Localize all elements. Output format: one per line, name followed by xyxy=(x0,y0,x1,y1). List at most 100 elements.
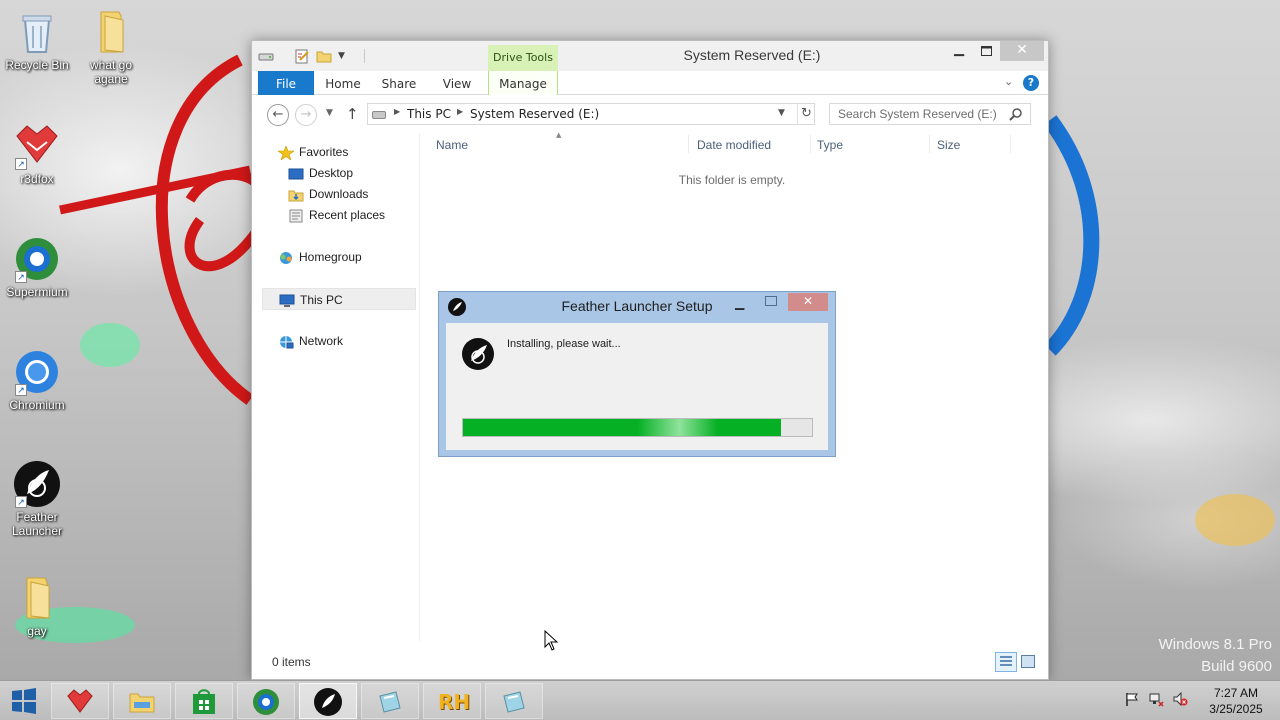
supermium-icon: ↗ xyxy=(13,235,61,283)
column-headers: Name Date modified Type Size xyxy=(422,133,1042,157)
dialog-title-bar[interactable]: Feather Launcher Setup ▁ ✕ xyxy=(439,292,835,322)
desktop-icon-what-go-agane[interactable]: what go agane xyxy=(74,8,148,86)
nav-item-label: Homegroup xyxy=(299,250,362,264)
column-divider[interactable] xyxy=(929,135,930,153)
this-pc-icon xyxy=(279,293,295,307)
desktop-icon-label: Supermium xyxy=(6,285,68,299)
network-icon xyxy=(278,334,294,349)
taskbar-app-rh[interactable]: RH xyxy=(423,683,481,719)
taskbar-app-setup[interactable] xyxy=(361,683,419,719)
back-button[interactable]: ← xyxy=(267,104,289,126)
column-header-size[interactable]: Size xyxy=(937,138,960,152)
expand-ribbon-chevron-icon[interactable]: ⌄ xyxy=(1004,75,1013,88)
minimize-button[interactable]: ▁ xyxy=(946,41,972,61)
desktop-icon-recycle-bin[interactable]: Recycle Bin xyxy=(0,8,74,72)
address-history-chevron-icon[interactable]: ▼ xyxy=(778,108,785,118)
nav-item-this-pc[interactable]: This PC xyxy=(262,288,416,310)
tab-file[interactable]: File xyxy=(258,71,314,95)
desktop-icon-label: r3dfox xyxy=(20,172,54,186)
desktop-icon-label: Recycle Bin xyxy=(5,58,69,72)
search-icon[interactable] xyxy=(1009,107,1023,121)
action-center-flag-icon[interactable] xyxy=(1124,691,1140,707)
volume-muted-icon[interactable] xyxy=(1172,691,1188,707)
taskbar-app-r3dfox[interactable] xyxy=(51,683,109,719)
taskbar-app-setup-2[interactable] xyxy=(485,683,543,719)
shortcut-arrow-icon: ↗ xyxy=(15,496,27,508)
nav-item-desktop[interactable]: Desktop xyxy=(284,162,416,184)
tab-share[interactable]: Share xyxy=(374,71,424,95)
dialog-close-button[interactable]: ✕ xyxy=(788,293,828,311)
desktop-icon-gay[interactable]: gay xyxy=(0,574,74,638)
column-header-type[interactable]: Type xyxy=(817,138,843,152)
clock-time: 7:27 AM xyxy=(1213,686,1259,700)
properties-icon[interactable] xyxy=(294,48,310,64)
install-status-text: Installing, please wait... xyxy=(507,338,621,350)
recent-locations-chevron-icon[interactable]: ▼ xyxy=(326,108,333,118)
nav-item-downloads[interactable]: Downloads xyxy=(284,183,416,205)
column-divider[interactable] xyxy=(1010,135,1011,153)
taskbar-app-supermium[interactable] xyxy=(237,683,295,719)
nav-item-recent-places[interactable]: Recent places xyxy=(284,204,416,226)
column-divider[interactable] xyxy=(810,135,811,153)
tab-manage[interactable]: Manage xyxy=(488,71,558,95)
nav-item-label: Desktop xyxy=(309,166,354,180)
maximize-button[interactable] xyxy=(973,41,999,61)
desktop-icon-chromium[interactable]: ↗ Chromium xyxy=(0,348,74,412)
network-status-icon[interactable] xyxy=(1148,691,1164,707)
setup-dialog[interactable]: Feather Launcher Setup ▁ ✕ Installing, p… xyxy=(438,291,836,457)
desktop-icon-supermium[interactable]: ↗ Supermium xyxy=(0,235,74,299)
taskbar-clock[interactable]: 7:27 AM 3/25/2025 xyxy=(1196,685,1276,717)
dialog-maximize-button[interactable] xyxy=(765,296,777,306)
taskbar-app-feather-launcher[interactable] xyxy=(299,683,357,719)
feather-launcher-icon: ↗ xyxy=(13,460,61,508)
supermium-icon xyxy=(252,688,280,716)
column-divider[interactable] xyxy=(688,135,689,153)
column-header-name[interactable]: Name xyxy=(436,138,468,152)
feather-launcher-logo-icon xyxy=(462,338,494,370)
taskbar-app-store[interactable] xyxy=(175,683,233,719)
folder-icon xyxy=(13,574,61,622)
up-button[interactable]: ↑ xyxy=(346,105,359,123)
desktop-icon-label: Feather Launcher xyxy=(11,510,63,538)
chromium-icon: ↗ xyxy=(13,348,61,396)
desktop-icon-feather-launcher[interactable]: ↗ Feather Launcher xyxy=(0,460,74,538)
recent-places-icon xyxy=(288,208,304,223)
tab-home[interactable]: Home xyxy=(318,71,368,95)
nav-item-favorites[interactable]: Favorites xyxy=(262,141,416,163)
column-header-date-modified[interactable]: Date modified xyxy=(697,138,771,152)
forward-button[interactable]: → xyxy=(295,104,317,126)
nav-item-homegroup[interactable]: Homegroup xyxy=(262,246,416,268)
large-icons-view-button[interactable] xyxy=(1021,655,1035,668)
rh-icon: RH xyxy=(438,690,471,714)
title-bar[interactable]: ▼ Drive Tools System Reserved (E:) ▁ ✕ xyxy=(252,41,1048,71)
desktop-icon-label: what go agane xyxy=(89,58,133,86)
desktop-icon xyxy=(288,166,304,180)
os-watermark: Windows 8.1 Pro Build 9600 xyxy=(1159,634,1272,678)
nav-item-label: Downloads xyxy=(309,187,369,201)
help-icon[interactable]: ? xyxy=(1023,75,1039,91)
breadcrumb-this-pc[interactable]: This PC xyxy=(407,106,451,122)
breadcrumb-system-reserved[interactable]: System Reserved (E:) xyxy=(470,106,599,122)
tab-view[interactable]: View xyxy=(432,71,482,95)
setup-icon xyxy=(376,688,404,716)
refresh-button[interactable]: ↻ xyxy=(797,104,815,124)
address-bar[interactable]: ▶ This PC ▶ System Reserved (E:) ▼ ↻ xyxy=(367,103,815,125)
setup-icon xyxy=(500,688,528,716)
taskbar-app-file-explorer[interactable] xyxy=(113,683,171,719)
close-button[interactable]: ✕ xyxy=(1000,41,1044,61)
breadcrumb-separator-icon: ▶ xyxy=(394,107,401,116)
dialog-minimize-button[interactable]: ▁ xyxy=(735,296,744,310)
search-input[interactable]: Search System Reserved (E:) xyxy=(829,103,1031,125)
customize-qat-icon[interactable]: ▼ xyxy=(338,48,354,64)
navigation-pane: Favorites Desktop Downloads Recent place… xyxy=(252,133,420,641)
nav-item-label: This PC xyxy=(300,293,343,307)
drive-tools-tab-group: Drive Tools xyxy=(488,45,558,71)
start-button[interactable] xyxy=(8,687,40,715)
dialog-body: Installing, please wait... xyxy=(446,323,828,450)
details-view-button[interactable] xyxy=(995,652,1017,672)
desktop-icon-r3dfox[interactable]: ↗ r3dfox xyxy=(0,122,74,186)
desktop-icon-label: gay xyxy=(27,624,47,638)
nav-item-network[interactable]: Network xyxy=(262,330,416,352)
feather-launcher-icon xyxy=(448,298,466,316)
new-folder-icon[interactable] xyxy=(316,48,332,64)
